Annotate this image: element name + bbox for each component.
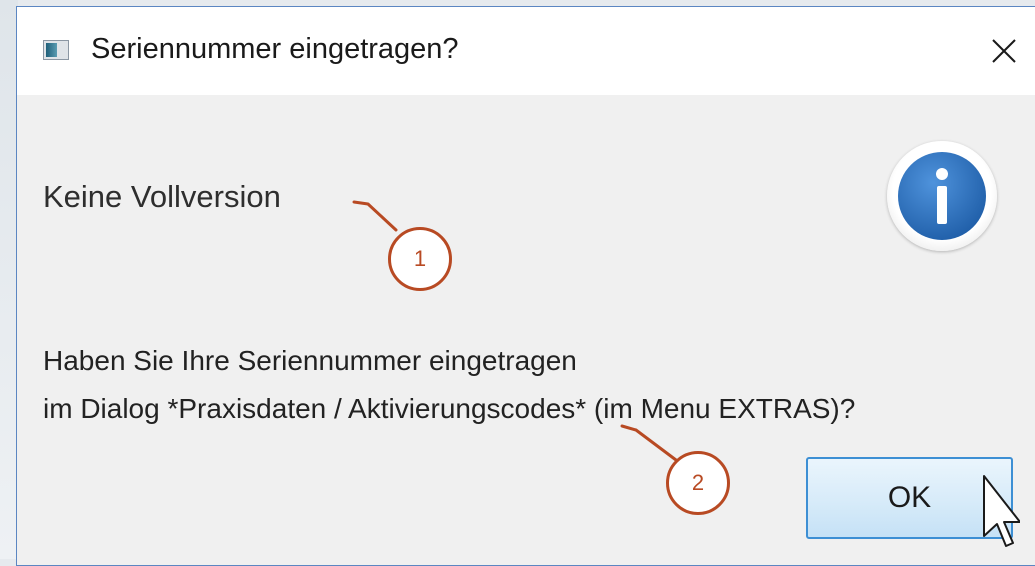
- dialog-content: Haben Sie Ihre Seriennummer eingetragen …: [17, 289, 1035, 565]
- info-icon: [887, 141, 997, 251]
- window-title: Seriennummer eingetragen?: [91, 33, 459, 65]
- dialog-window: Seriennummer eingetragen? Keine Vollvers…: [16, 6, 1035, 566]
- title-bar: Seriennummer eingetragen?: [17, 7, 1035, 95]
- header-text: Keine Vollversion: [43, 179, 281, 214]
- callout-1-label: 1: [413, 246, 427, 271]
- callout-2-label: 2: [691, 470, 705, 495]
- app-window-icon: [43, 40, 69, 60]
- callout-2: 2: [666, 451, 730, 515]
- message-line-2: im Dialog *Praxisdaten / Aktivierungscod…: [43, 393, 856, 424]
- ok-button[interactable]: OK: [806, 457, 1013, 539]
- info-icon-glyph: [898, 152, 986, 240]
- close-icon: [992, 39, 1016, 63]
- dialog-header: Keine Vollversion: [17, 95, 1035, 291]
- app-icon-pane: [46, 43, 57, 57]
- callout-1: 1: [388, 227, 452, 291]
- message-line-1: Haben Sie Ihre Seriennummer eingetragen: [43, 345, 577, 376]
- close-button[interactable]: [973, 27, 1035, 75]
